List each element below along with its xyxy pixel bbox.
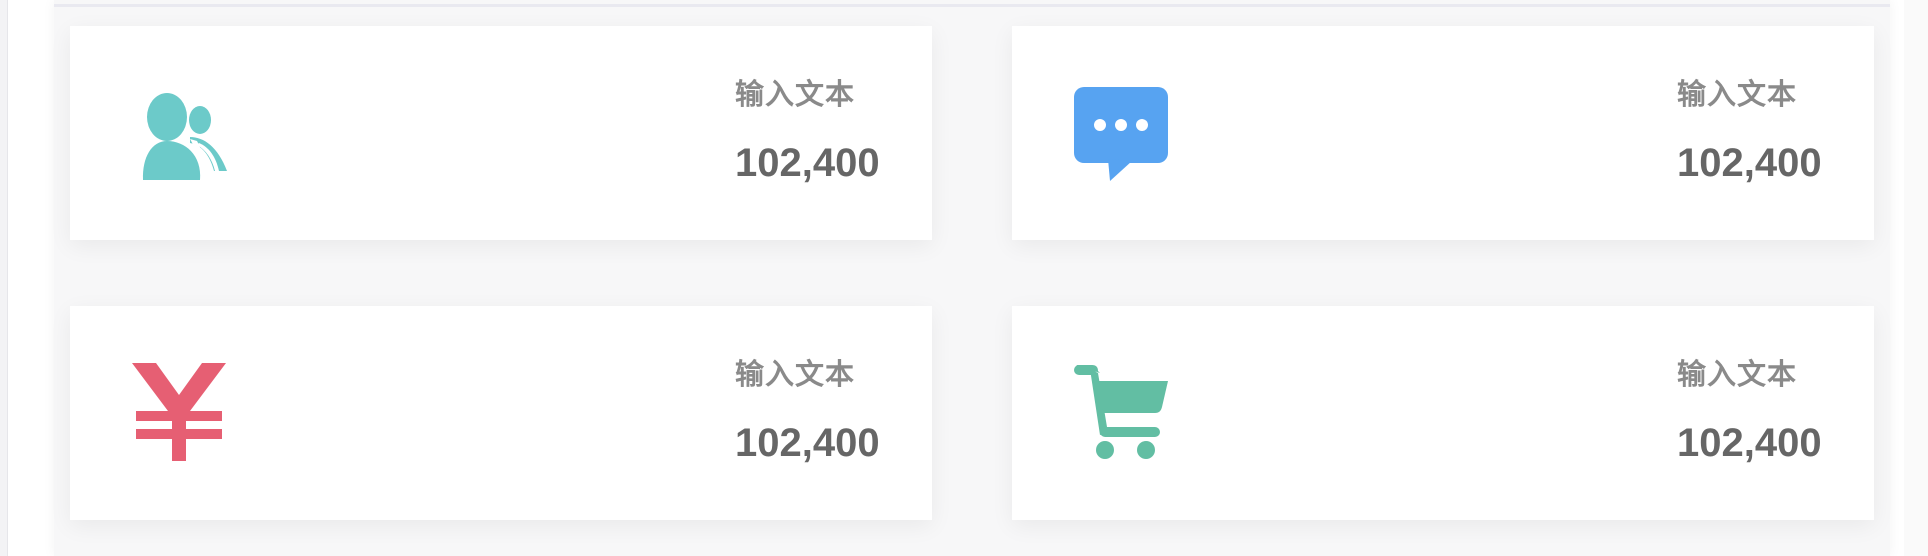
stat-value: 102,400 xyxy=(1677,141,1822,185)
stat-info-messages: 输入文本 102,400 xyxy=(1677,77,1822,185)
stats-panel: 输入文本 102,400 输入文本 102,400 输入文本 102,400 输… xyxy=(54,0,1890,556)
stat-info-orders: 输入文本 102,400 xyxy=(1677,357,1822,465)
left-edge xyxy=(0,0,8,556)
stat-value: 102,400 xyxy=(1677,421,1822,465)
stat-info-users: 输入文本 102,400 xyxy=(735,77,880,185)
right-edge xyxy=(1904,0,1928,556)
stat-label: 输入文本 xyxy=(1677,79,1798,111)
stat-card-revenue[interactable]: 输入文本 102,400 xyxy=(70,306,932,520)
stat-card-orders[interactable]: 输入文本 102,400 xyxy=(1012,306,1874,520)
stat-card-grid: 输入文本 102,400 输入文本 102,400 输入文本 102,400 输… xyxy=(70,26,1874,520)
stat-label: 输入文本 xyxy=(735,79,856,111)
stat-label: 输入文本 xyxy=(735,359,856,391)
stat-card-users[interactable]: 输入文本 102,400 xyxy=(70,26,932,240)
stat-label: 输入文本 xyxy=(1677,359,1798,391)
panel-top-border xyxy=(54,4,1890,7)
users-icon xyxy=(130,83,228,181)
message-icon xyxy=(1072,83,1170,181)
stat-value: 102,400 xyxy=(735,421,880,465)
yen-icon xyxy=(130,363,228,461)
stat-card-messages[interactable]: 输入文本 102,400 xyxy=(1012,26,1874,240)
stat-value: 102,400 xyxy=(735,141,880,185)
cart-icon xyxy=(1072,363,1170,461)
stat-info-revenue: 输入文本 102,400 xyxy=(735,357,880,465)
